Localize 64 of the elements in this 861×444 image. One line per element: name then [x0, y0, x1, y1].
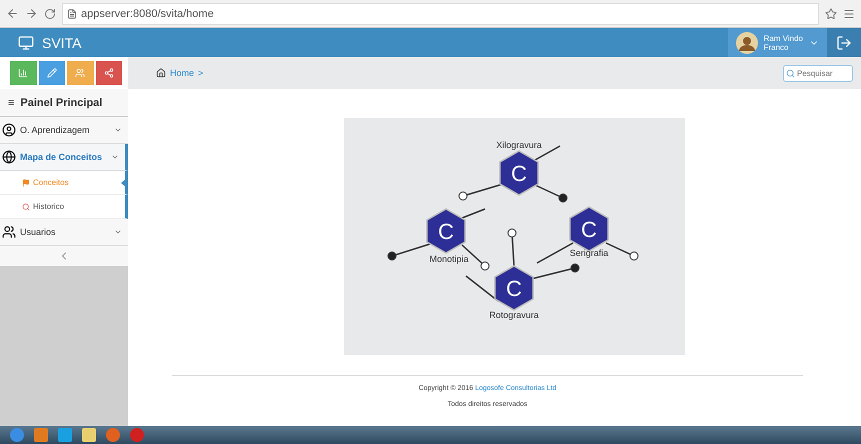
chevron-down-icon: [114, 228, 122, 236]
reload-icon[interactable]: [44, 8, 56, 20]
node-label: Monotipia: [429, 254, 469, 264]
hexagon: [499, 150, 539, 196]
user-menu[interactable]: Ram Vindo Franco: [728, 28, 827, 57]
sidebar-item[interactable]: O. Aprendizagem: [0, 117, 128, 144]
connector: [462, 208, 486, 219]
submenu-item[interactable]: Conceitos: [0, 171, 128, 195]
laptop-icon: [18, 34, 34, 50]
users-icon: [75, 68, 86, 78]
share-icon: [104, 68, 114, 78]
flag-icon: [22, 178, 30, 186]
page-icon: [67, 8, 77, 18]
connector: [534, 184, 568, 202]
users-button[interactable]: [67, 61, 94, 85]
connector: [466, 275, 498, 302]
breadcrumb-link[interactable]: >: [198, 68, 204, 78]
avatar-icon: [736, 32, 758, 54]
node-symbol: C: [581, 217, 597, 242]
pencil-icon: [46, 68, 57, 78]
menu-glyph: ≡: [8, 96, 14, 108]
connector: [508, 228, 516, 266]
browser-icon[interactable]: [106, 428, 120, 442]
chart-button[interactable]: [10, 61, 36, 85]
search-icon: [786, 68, 795, 78]
forward-icon[interactable]: [25, 7, 38, 20]
node-symbol: C: [511, 161, 527, 186]
hexagon: [426, 208, 466, 254]
node-label: Xilogravura: [496, 140, 542, 150]
node-label: Serigrafia: [570, 248, 608, 258]
breadcrumb-link[interactable]: Home: [170, 68, 194, 78]
chevron-down-icon: [114, 126, 122, 134]
sidebar-item[interactable]: Mapa de Conceitos: [0, 144, 128, 171]
sidebar-title: Painel Principal: [20, 96, 102, 108]
door-exit-icon: [836, 34, 852, 50]
circle-app-icon[interactable]: [130, 428, 144, 442]
address-bar[interactable]: appserver:8080/svita/home: [62, 2, 819, 24]
chevron-down-icon: [111, 153, 119, 161]
user-name: Ram Vindo Franco: [764, 34, 803, 52]
share-button[interactable]: [96, 61, 122, 85]
connector: [458, 183, 504, 200]
brand-name: SVITA: [42, 34, 82, 50]
globe-icon: [2, 150, 16, 164]
menu-icon[interactable]: [843, 8, 855, 20]
sidebar-item[interactable]: Usuarios: [0, 219, 128, 246]
hexagon: [494, 265, 534, 311]
node-symbol: C: [506, 276, 522, 301]
logout-button[interactable]: [827, 28, 861, 57]
submenu-item[interactable]: Historico: [0, 195, 128, 219]
bar-chart-icon: [18, 68, 28, 78]
search-icon: [22, 202, 30, 210]
connector: [388, 243, 430, 260]
back-icon[interactable]: [6, 7, 19, 20]
notes-icon[interactable]: [82, 428, 96, 442]
person-icon: [2, 123, 16, 137]
start-button[interactable]: [10, 428, 24, 442]
url-text: appserver:8080/svita/home: [81, 8, 214, 20]
search-field[interactable]: Pesquisar: [783, 64, 853, 82]
home-icon: [156, 68, 166, 78]
node-symbol: C: [438, 219, 454, 244]
node-label: Rotogravura: [489, 310, 539, 320]
bookmark-star-icon[interactable]: [825, 8, 837, 20]
pencil-button[interactable]: [38, 61, 65, 85]
users-icon: [2, 225, 16, 239]
